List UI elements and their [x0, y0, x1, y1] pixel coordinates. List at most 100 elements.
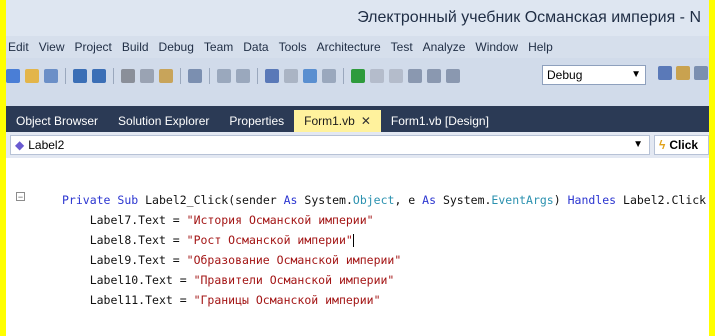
event-name: Click: [669, 138, 699, 152]
step-into-icon[interactable]: [408, 69, 422, 83]
string-literal: "История Османской империи": [186, 213, 374, 227]
code-editor[interactable]: − Private Sub Label2_Click(sender As Sys…: [6, 158, 709, 336]
event-icon: ϟ: [659, 138, 666, 152]
text-caret: [352, 234, 354, 247]
object-icon: ◆: [15, 138, 25, 152]
toolbar-separator: [257, 68, 258, 84]
string-literal: "Рост Османской империи": [186, 233, 353, 247]
menu-team[interactable]: Team: [204, 40, 233, 54]
chevron-down-icon: ▼: [631, 69, 641, 80]
menu-architecture[interactable]: Architecture: [317, 40, 381, 54]
editor-margin: −: [6, 158, 46, 336]
menu-tools[interactable]: Tools: [279, 40, 307, 54]
menu-view[interactable]: View: [39, 40, 65, 54]
open-file-icon[interactable]: [25, 69, 39, 83]
string-literal: "Правители Османской империи": [193, 273, 395, 287]
new-project-icon[interactable]: [6, 69, 20, 83]
assignment: Label11.Text =: [89, 293, 194, 307]
uncomment-icon[interactable]: [236, 69, 250, 83]
comment-icon[interactable]: [217, 69, 231, 83]
collapse-icon[interactable]: −: [16, 192, 25, 202]
punctuation: ): [553, 193, 561, 207]
find-in-files-icon[interactable]: [658, 66, 672, 80]
parameter: , e: [394, 193, 416, 207]
tab-solution-explorer[interactable]: Solution Explorer: [108, 110, 219, 132]
document-tabs: Object Browser Solution Explorer Propert…: [6, 106, 709, 132]
save-icon[interactable]: [73, 69, 87, 83]
keyword: Handles: [567, 193, 617, 207]
assignment: Label9.Text =: [89, 253, 187, 267]
type-name: EventArgs: [491, 193, 554, 207]
string-literal: "Границы Османской империи": [193, 293, 381, 307]
find-icon[interactable]: [188, 69, 202, 83]
menu-data[interactable]: Data: [243, 40, 268, 54]
tab-properties[interactable]: Properties: [219, 110, 294, 132]
tab-form1-vb[interactable]: Form1.vb ✕: [294, 110, 381, 132]
pause-icon[interactable]: [370, 69, 384, 83]
close-icon[interactable]: ✕: [361, 110, 371, 132]
step-over-icon[interactable]: [427, 69, 441, 83]
navigate-forward-icon[interactable]: [322, 69, 336, 83]
menu-test[interactable]: Test: [391, 40, 413, 54]
redo-icon[interactable]: [284, 69, 298, 83]
code-line: Label11.Text = "Границы Османской импери…: [62, 290, 706, 310]
assignment: Label10.Text =: [89, 273, 194, 287]
string-literal: "Образование Османской империи": [186, 253, 402, 267]
ide-window: Электронный учебник Османская империя - …: [6, 0, 709, 336]
cut-icon[interactable]: [121, 69, 135, 83]
keyword: Sub: [117, 193, 139, 207]
add-item-icon[interactable]: [44, 69, 58, 83]
keyword: Private: [62, 193, 111, 207]
toolbar-separator: [209, 68, 210, 84]
stop-icon[interactable]: [389, 69, 403, 83]
code-line: Label10.Text = "Правители Османской импе…: [62, 270, 706, 290]
chevron-down-icon: ▼: [633, 139, 643, 150]
solution-configuration-select[interactable]: Debug ▼: [542, 65, 646, 85]
save-all-icon[interactable]: [92, 69, 106, 83]
properties-icon[interactable]: [694, 66, 708, 80]
window-title: Электронный учебник Османская империя - …: [357, 9, 701, 26]
toolbar-separator: [65, 68, 66, 84]
code-block: Private Sub Label2_Click(sender As Syste…: [62, 190, 706, 310]
tab-label: Form1.vb: [304, 114, 355, 128]
menu-debug[interactable]: Debug: [159, 40, 194, 54]
undo-icon[interactable]: [265, 69, 279, 83]
code-line: Label9.Text = "Образование Османской имп…: [62, 250, 706, 270]
code-line: Label7.Text = "История Османской империи…: [62, 210, 706, 230]
namespace: System.: [304, 193, 353, 207]
menu-edit[interactable]: Edit: [8, 40, 29, 54]
code-line: Private Sub Label2_Click(sender As Syste…: [62, 190, 706, 210]
menu-bar: Edit View Project Build Debug Team Data …: [6, 36, 709, 58]
assignment: Label7.Text =: [89, 213, 187, 227]
toolbar-separator: [343, 68, 344, 84]
keyword: As: [283, 193, 298, 207]
menu-build[interactable]: Build: [122, 40, 149, 54]
toolbar-separator: [180, 68, 181, 84]
menu-project[interactable]: Project: [74, 40, 111, 54]
assignment: Label8.Text =: [89, 233, 187, 247]
object-name: Label2: [28, 138, 65, 152]
keyword: As: [422, 193, 437, 207]
menu-analyze[interactable]: Analyze: [423, 40, 466, 54]
method-name: Label2_Click(sender: [145, 193, 277, 207]
method-name-dropdown[interactable]: ϟ Click: [654, 135, 709, 155]
menu-window[interactable]: Window: [475, 40, 518, 54]
title-bar: Электронный учебник Османская империя - …: [6, 0, 709, 36]
toolbar-separator: [113, 68, 114, 84]
paste-icon[interactable]: [159, 69, 173, 83]
standard-toolbar: Debug ▼: [6, 58, 709, 106]
navigate-backward-icon[interactable]: [303, 69, 317, 83]
tab-form1-design[interactable]: Form1.vb [Design]: [381, 110, 499, 132]
copy-icon[interactable]: [140, 69, 154, 83]
code-line: Label8.Text = "Рост Османской империи": [62, 230, 706, 250]
menu-help[interactable]: Help: [528, 40, 553, 54]
step-out-icon[interactable]: [446, 69, 460, 83]
handles-target: Label2.Click: [623, 193, 707, 207]
class-name-dropdown[interactable]: ◆ Label2 ▼: [10, 135, 650, 155]
navigation-bar: ◆ Label2 ▼ ϟ Click: [6, 132, 709, 159]
start-debugging-icon[interactable]: [351, 69, 365, 83]
configuration-value: Debug: [547, 68, 583, 82]
type-name: Object: [352, 193, 395, 207]
solution-explorer-icon[interactable]: [676, 66, 690, 80]
tab-object-browser[interactable]: Object Browser: [6, 110, 108, 132]
